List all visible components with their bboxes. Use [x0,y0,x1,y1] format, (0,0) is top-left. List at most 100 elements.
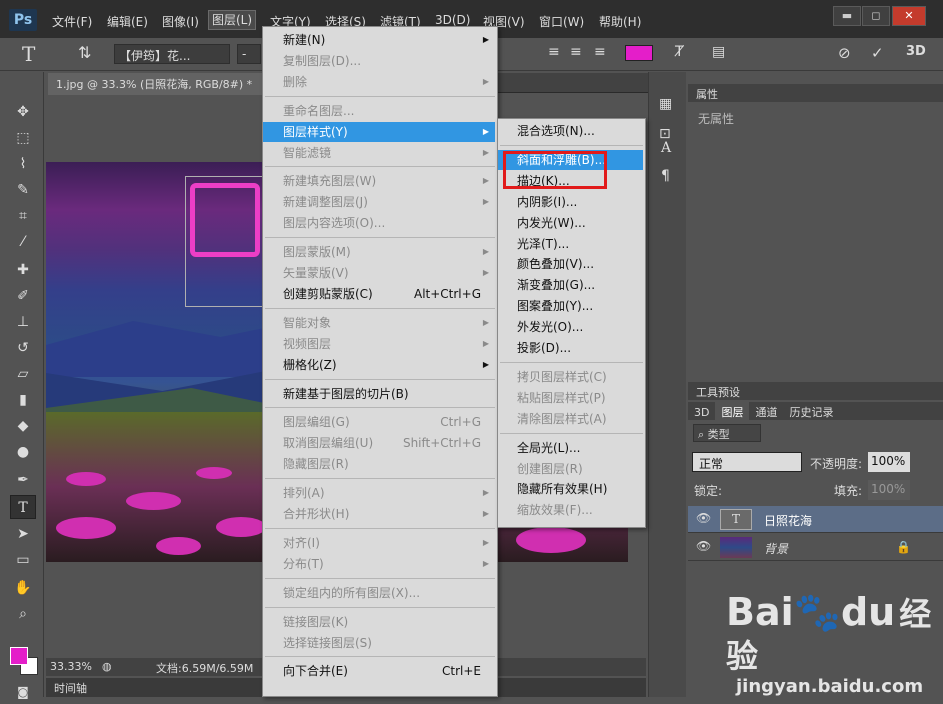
font-style-select[interactable]: - [237,44,261,64]
menu-window[interactable]: 窗口(W) [539,13,584,30]
menu-layer[interactable]: 图层(L) [207,10,257,30]
menu-item[interactable]: 光泽(T)... [498,234,643,254]
menu-item[interactable]: 混合选项(N)... [498,121,643,141]
brush-tool-icon[interactable]: ✐ [10,284,36,308]
menu-3d[interactable]: 3D(D) [435,13,470,27]
menu-item-label: 新建(N) [283,33,326,47]
timeline-tab[interactable]: 时间轴 [54,680,87,696]
menu-item[interactable]: 外发光(O)... [498,317,643,337]
tab-layers[interactable]: 图层 [715,402,750,422]
menu-item-label: 合并形状(H) [283,507,350,521]
blend-mode-select[interactable]: 正常 [692,452,802,472]
fill-input[interactable]: 100% [868,480,910,500]
text-tool-icon[interactable]: T [22,42,35,66]
quick-select-tool-icon[interactable]: ✎ [10,178,36,202]
eraser-tool-icon[interactable]: ▱ [10,362,36,386]
3d-button[interactable]: 3D [906,44,926,64]
menu-image[interactable]: 图像(I) [162,13,199,30]
opacity-input[interactable]: 100% [868,452,910,472]
zoom-level[interactable]: 33.33% [50,660,92,673]
menu-shortcut: Ctrl+E [442,664,481,679]
foreground-color-swatch[interactable] [10,647,28,665]
properties-title[interactable]: 属性 [688,84,943,102]
layer-name[interactable]: 日照花海 [764,512,812,529]
tool-presets-title[interactable]: 工具预设 [688,382,943,400]
filter-type-select[interactable]: ⌕ 类型 [693,424,761,442]
menu-item-label: 创建图层(R) [517,461,583,476]
blur-tool-icon[interactable]: ◆ [10,414,36,438]
menu-item-label: 取消图层编组(U) [283,436,374,451]
menu-item[interactable]: 隐藏所有效果(H) [498,479,643,499]
hand-tool-icon[interactable]: ✋ [10,576,36,600]
healing-tool-icon[interactable]: ✚ [10,258,36,282]
font-family-select[interactable]: 【伊筠】花... [114,44,230,64]
stamp-tool-icon[interactable]: ⊥ [10,310,36,334]
shape-tool-icon[interactable]: ▭ [10,548,36,572]
type-tool-icon[interactable]: T [10,495,36,519]
menu-edit[interactable]: 编辑(E) [107,13,148,30]
restore-button[interactable]: ◻ [862,6,890,26]
properties-empty: 无属性 [698,112,735,126]
menu-item[interactable]: 颜色叠加(V)... [498,254,643,274]
tab-history[interactable]: 历史记录 [783,402,839,422]
eye-icon[interactable]: 👁 [696,511,711,525]
menu-item[interactable]: 新建(N) ▶ [263,30,495,50]
menu-item[interactable]: 内阴影(I)... [498,192,643,212]
menu-item[interactable]: 内发光(W)... [498,213,643,233]
menu-item-label: 删除 [283,74,308,89]
paragraph-panel-icon[interactable]: ¶ [661,168,670,184]
menu-file[interactable]: 文件(F) [52,13,92,30]
align-right-icon[interactable]: ≡ [594,44,608,64]
submenu-arrow-icon: ▶ [482,147,489,157]
menu-item[interactable]: 图层样式(Y) ▶ [263,121,495,142]
move-tool-icon[interactable]: ✥ [10,100,36,124]
watermark-brand2: du [840,590,896,634]
menu-item[interactable]: 栅格化(Z) ▶ [263,355,495,375]
align-center-icon[interactable]: ≡ [570,44,584,64]
menu-item[interactable]: 渐变叠加(G)... [498,275,643,295]
menu-help[interactable]: 帮助(H) [599,13,641,30]
commit-icon[interactable]: ✓ [871,44,884,64]
history-panel-icon[interactable]: ▦ [659,96,672,112]
zoom-tool-icon[interactable]: ⌕ [10,602,36,626]
status-menu-icon[interactable]: ◍ [102,660,112,673]
menu-item[interactable]: 创建剪贴蒙版(C) Alt+Ctrl+G [263,284,495,304]
eye-icon[interactable]: 👁 [696,539,711,553]
marquee-tool-icon[interactable]: ⬚ [10,126,36,150]
menu-item[interactable]: 全局光(L)... [498,438,643,458]
menu-item[interactable]: 投影(D)... [498,338,643,358]
eyedropper-tool-icon[interactable]: ⁄ [10,230,36,254]
pen-tool-icon[interactable]: ✒ [10,468,36,492]
align-left-icon[interactable]: ≡ [548,44,562,64]
flower-patch [126,492,181,510]
character-panel-icon[interactable]: ▤ [712,44,725,64]
menu-item-label: 对齐(I) [283,535,320,550]
tab-channels[interactable]: 通道 [749,402,783,422]
layer-name[interactable]: 背景 [764,540,788,557]
cancel-icon[interactable]: ⊘ [838,44,851,64]
menu-separator [265,237,495,239]
menu-item[interactable]: 图案叠加(Y)... [498,296,643,316]
tab-3d[interactable]: 3D [688,404,715,421]
path-select-tool-icon[interactable]: ➤ [10,522,36,546]
minimize-button[interactable]: ▬ [833,6,861,26]
menu-item[interactable]: 新建基于图层的切片(B) [263,384,495,404]
text-orientation-icon[interactable]: ⇅ [78,43,91,63]
quick-mask-icon[interactable]: ◙ [10,680,36,704]
history-brush-icon[interactable]: ↺ [10,336,36,360]
dodge-tool-icon[interactable]: ● [10,440,36,464]
watermark-brand: Bai [726,590,794,634]
document-tab[interactable]: 1.jpg @ 33.3% (日照花海, RGB/8#) * × [48,73,279,95]
crop-tool-icon[interactable]: ⌗ [10,204,36,228]
menu-item-label: 链接图层(K) [283,614,349,629]
layer-row[interactable]: 👁 背景 🔒 [688,534,943,561]
character-panel-icon[interactable]: A [661,140,671,156]
layer-row[interactable]: 👁 T 日照花海 [688,506,943,533]
lasso-tool-icon[interactable]: ⌇ [10,152,36,176]
warp-text-icon[interactable]: Ⱦ [675,44,684,64]
menu-separator [265,606,495,608]
close-window-button[interactable]: ✕ [892,6,926,26]
text-color-swatch[interactable] [625,45,653,61]
menu-item[interactable]: 向下合并(E) Ctrl+E [263,661,495,681]
gradient-tool-icon[interactable]: ▮ [10,388,36,412]
